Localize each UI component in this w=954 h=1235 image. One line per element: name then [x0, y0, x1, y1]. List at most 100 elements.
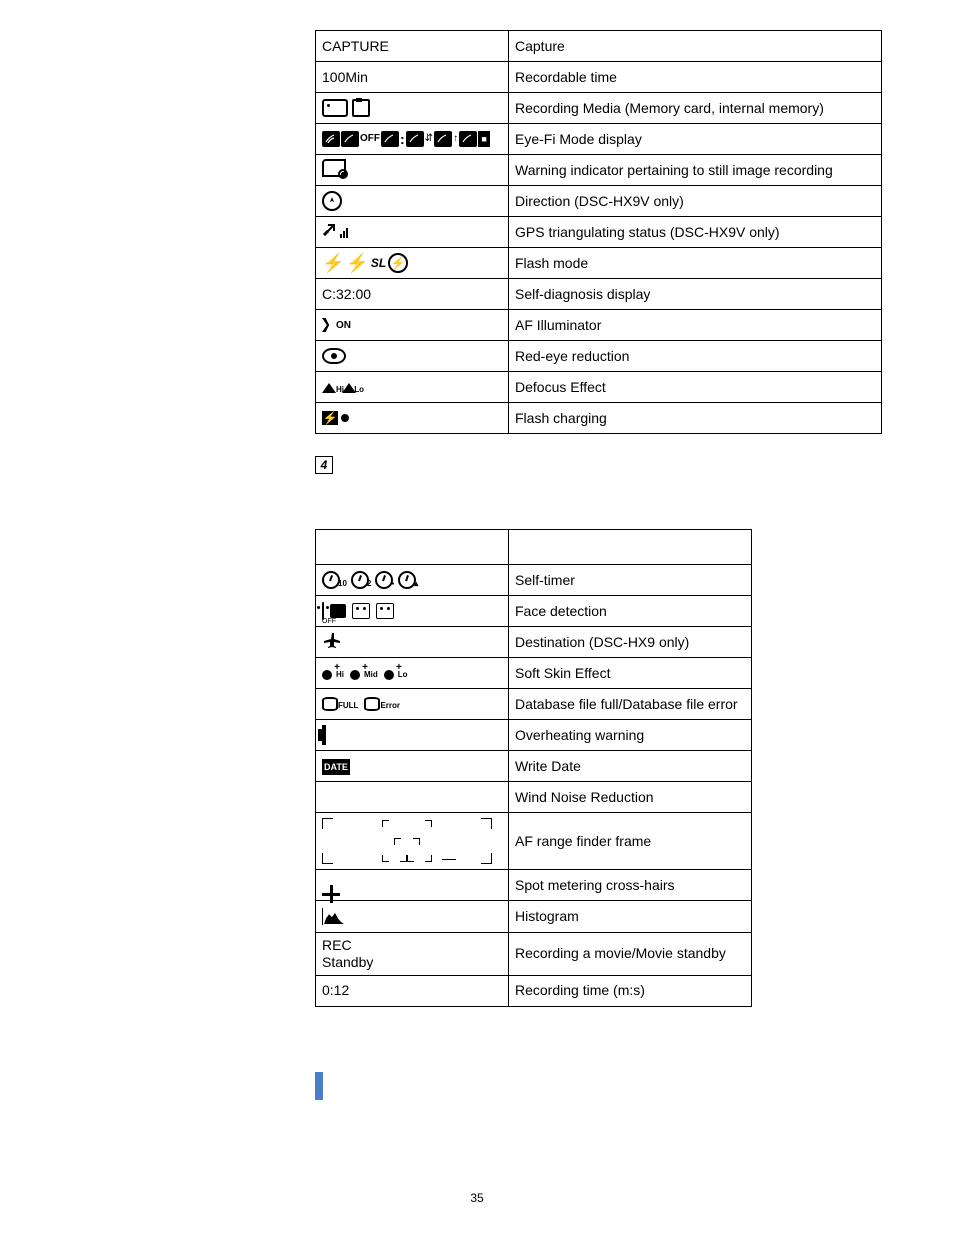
display-cell: C:32:00	[316, 279, 509, 310]
desc-cell: Eye-Fi Mode display	[509, 124, 882, 155]
database-icon	[364, 697, 380, 711]
desc-cell: Destination (DSC-HX9 only)	[509, 627, 752, 658]
display-cell	[316, 155, 509, 186]
table-row: 10 2 ▪ ▴ Self-timer	[316, 565, 752, 596]
signal-bars-icon	[340, 226, 352, 238]
display-cell: Hi Lo	[316, 372, 509, 403]
database-icon	[322, 697, 338, 711]
display-cell: REC Standby	[316, 933, 509, 976]
dot-icon	[341, 414, 349, 422]
desc-cell: Self-timer	[509, 565, 752, 596]
display-cell: 0:12	[316, 975, 509, 1006]
face-icon	[322, 602, 324, 620]
flash-icon: ⚡	[322, 254, 344, 272]
table-row: OFF Face detection	[316, 596, 752, 627]
table2-wrap: 10 2 ▪ ▴ Self-timer OFF	[315, 529, 735, 1007]
face-icon	[352, 603, 370, 619]
table-row: AF range finder frame	[316, 813, 752, 870]
display-cell: Hi Mid Lo	[316, 658, 509, 689]
overheat-icon	[322, 725, 326, 745]
desc-cell: GPS triangulating status (DSC-HX9V only)	[509, 217, 882, 248]
softskin-icon	[384, 666, 400, 680]
table-row: Hi Mid Lo Soft Skin Effect	[316, 658, 752, 689]
table-row: Hi Lo Defocus Effect	[316, 372, 882, 403]
airplane-icon	[322, 631, 342, 649]
desc-cell: Recording time (m:s)	[509, 975, 752, 1006]
display-cell: ON	[316, 310, 509, 341]
timer-icon	[351, 571, 369, 589]
table-row: Destination (DSC-HX9 only)	[316, 627, 752, 658]
date-badge-icon: DATE	[322, 759, 350, 775]
table-row: OFF : ⇵ ↑	[316, 124, 882, 155]
desc-cell: Spot metering cross-hairs	[509, 870, 752, 901]
table-row: Spot metering cross-hairs	[316, 870, 752, 901]
table-row: Red-eye reduction	[316, 341, 882, 372]
table-row: Histogram	[316, 901, 752, 933]
display-cell: CAPTURE	[316, 31, 509, 62]
face-icon	[376, 603, 394, 619]
redeye-icon	[322, 348, 346, 364]
desc-cell: Red-eye reduction	[509, 341, 882, 372]
table-row: Warning indicator pertaining to still im…	[316, 155, 882, 186]
gps-satellite-icon	[322, 223, 336, 241]
af-frame-icon	[322, 818, 492, 864]
section-marker-4: 4	[315, 456, 333, 474]
table-row: FULL Error Database file full/Database f…	[316, 689, 752, 720]
indicator-table-2: 10 2 ▪ ▴ Self-timer OFF	[315, 529, 752, 1007]
eyefi-icon	[434, 131, 452, 147]
lock-icon: ■	[478, 131, 490, 147]
table-row: C:32:00 Self-diagnosis display	[316, 279, 882, 310]
desc-cell: Face detection	[509, 596, 752, 627]
table-row: Direction (DSC-HX9V only)	[316, 186, 882, 217]
camera-warning-icon	[322, 159, 346, 177]
eyefi-icon	[322, 131, 340, 147]
display-cell	[316, 341, 509, 372]
memory-card-icon	[322, 99, 348, 117]
desc-cell: Histogram	[509, 901, 752, 933]
display-cell: DATE	[316, 751, 509, 782]
display-cell	[316, 93, 509, 124]
display-cell: FULL Error	[316, 689, 509, 720]
display-cell	[316, 782, 509, 813]
defocus-hi-icon: Hi	[322, 381, 336, 393]
display-cell	[316, 901, 509, 933]
display-cell: 10 2 ▪ ▴	[316, 565, 509, 596]
desc-cell: Database file full/Database file error	[509, 689, 752, 720]
display-cell: ⚡	[316, 403, 509, 434]
flash-icon: ⚡	[346, 254, 368, 272]
display-cell: OFF	[316, 596, 509, 627]
table-row: ⚡ Flash charging	[316, 403, 882, 434]
desc-cell: Flash charging	[509, 403, 882, 434]
display-cell: 100Min	[316, 62, 509, 93]
direction-icon	[322, 191, 342, 211]
desc-cell: Overheating warning	[509, 720, 752, 751]
table-row: ⚡ ⚡ SL ⚡ Flash mode	[316, 248, 882, 279]
display-cell	[316, 870, 509, 901]
table-row: 0:12 Recording time (m:s)	[316, 975, 752, 1006]
desc-cell: Warning indicator pertaining to still im…	[509, 155, 882, 186]
table-row: Overheating warning	[316, 720, 752, 751]
softskin-icon	[350, 666, 366, 680]
desc-cell: Wind Noise Reduction	[509, 782, 752, 813]
desc-cell: Soft Skin Effect	[509, 658, 752, 689]
eyefi-off-icon	[341, 131, 359, 147]
desc-cell: AF range finder frame	[509, 813, 752, 870]
display-cell: OFF : ⇵ ↑	[316, 124, 509, 155]
face-solid-icon	[330, 604, 346, 618]
display-cell: ⚡ ⚡ SL ⚡	[316, 248, 509, 279]
histogram-icon	[322, 908, 323, 925]
no-flash-icon: ⚡	[388, 253, 408, 273]
desc-cell: Capture	[509, 31, 882, 62]
eyefi-icon	[459, 131, 477, 147]
table-row: REC Standby Recording a movie/Movie stan…	[316, 933, 752, 976]
desc-cell: Recording Media (Memory card, internal m…	[509, 93, 882, 124]
eyefi-icon	[406, 131, 424, 147]
eyefi-icon	[381, 131, 399, 147]
desc-cell: Recordable time	[509, 62, 882, 93]
document-page: CAPTURE Capture 100Min Recordable time R…	[0, 0, 954, 1235]
desc-cell: Direction (DSC-HX9V only)	[509, 186, 882, 217]
display-cell	[316, 627, 509, 658]
on-label: ON	[336, 320, 351, 332]
desc-cell: Defocus Effect	[509, 372, 882, 403]
table-row: GPS triangulating status (DSC-HX9V only)	[316, 217, 882, 248]
